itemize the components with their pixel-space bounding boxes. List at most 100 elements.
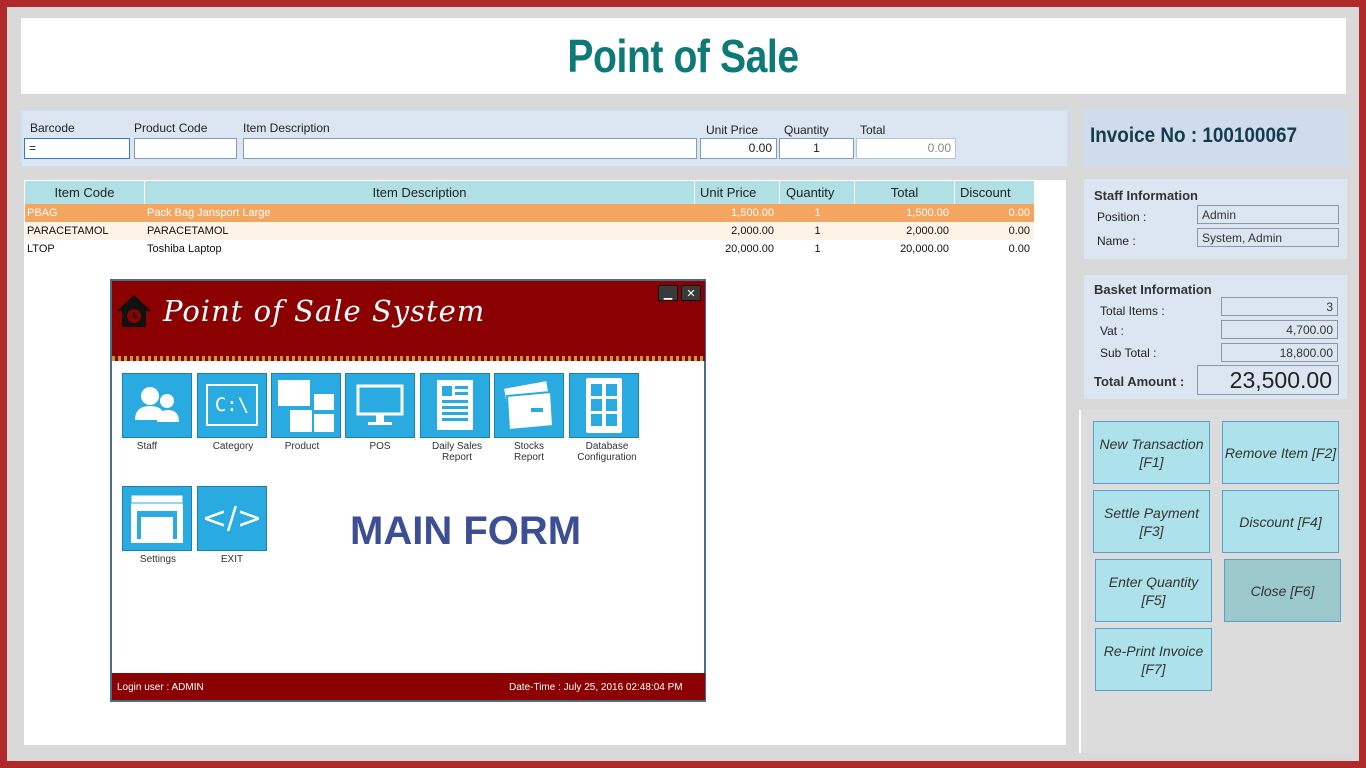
close-icon[interactable]: ✕ — [681, 285, 701, 301]
item-description-label: Item Description — [243, 121, 330, 135]
cell-unit-price: 2,000.00 — [731, 225, 774, 237]
cell-total: 2,000.00 — [906, 225, 949, 237]
barcode-input[interactable]: = — [24, 138, 130, 159]
staff-tile[interactable] — [122, 373, 192, 438]
unit-price-label: Unit Price — [706, 123, 759, 137]
vat-label: Vat : — [1100, 324, 1124, 338]
blocks-icon — [278, 380, 334, 432]
stocks-report-tile[interactable] — [494, 373, 564, 438]
enter-quantity-button[interactable]: Enter Quantity [F5] — [1095, 559, 1212, 622]
table-row[interactable]: LTOP Toshiba Laptop 20,000.00 1 20,000.0… — [25, 240, 1034, 258]
barcode-label: Barcode — [30, 121, 75, 135]
total-input: 0.00 — [856, 138, 956, 159]
name-field: System, Admin — [1197, 228, 1339, 247]
login-user-text: Login user : ADMIN — [117, 682, 204, 693]
sub-total-label: Sub Total : — [1100, 346, 1157, 360]
monitor-icon — [356, 384, 404, 425]
product-code-input[interactable] — [134, 138, 237, 159]
cell-unit-price: 1,500.00 — [731, 207, 774, 219]
close-button[interactable]: Close [F6] — [1224, 559, 1341, 622]
app-title: Point of Sale — [567, 30, 800, 82]
terminal-icon: C:\ — [206, 384, 258, 426]
invoice-value: 100100067 — [1202, 124, 1297, 147]
discount-button[interactable]: Discount [F4] — [1222, 490, 1339, 553]
cell-quantity: 1 — [814, 225, 821, 237]
column-header-unit-price[interactable]: Unit Price — [695, 181, 780, 204]
staff-info-title: Staff Information — [1094, 188, 1198, 203]
column-header-item-description[interactable]: Item Description — [145, 181, 695, 204]
sub-total-field: 18,800.00 — [1221, 343, 1338, 362]
position-field: Admin — [1197, 205, 1339, 224]
cell-discount: 0.00 — [1008, 225, 1030, 237]
datetime-text: Date-Time : July 25, 2016 02:48:04 PM — [509, 682, 683, 693]
document-icon — [437, 380, 473, 430]
tile-label: Settings — [139, 554, 177, 565]
tile-label: Daily Sales Report — [431, 441, 483, 463]
column-header-total[interactable]: Total — [855, 181, 955, 204]
invoice-label: Invoice No : — [1090, 124, 1203, 147]
cell-item-code: PBAG — [27, 207, 58, 219]
basket-info-title: Basket Information — [1094, 282, 1212, 297]
product-tile[interactable] — [271, 373, 341, 438]
tile-label: Database Configuration — [577, 441, 637, 463]
column-header-quantity[interactable]: Quantity — [780, 181, 855, 204]
cell-total: 20,000.00 — [900, 243, 949, 255]
pos-tile[interactable] — [345, 373, 415, 438]
column-header-discount[interactable]: Discount — [955, 181, 1034, 204]
cell-discount: 0.00 — [1008, 243, 1030, 255]
header-bar: Point of Sale — [21, 18, 1346, 94]
item-description-input[interactable] — [243, 138, 697, 159]
settle-payment-button[interactable]: Settle Payment [F3] — [1093, 490, 1210, 553]
column-header-item-code[interactable]: Item Code — [25, 181, 145, 204]
cell-item-description: Toshiba Laptop — [147, 243, 222, 255]
total-label: Total — [860, 123, 886, 137]
vat-field: 4,700.00 — [1221, 320, 1338, 339]
total-items-field: 3 — [1221, 297, 1338, 316]
code-icon: </> — [201, 501, 263, 536]
envelopes-icon — [501, 378, 555, 432]
total-items-label: Total Items : — [1100, 304, 1165, 318]
tile-label: Product — [284, 441, 320, 452]
settings-tile[interactable] — [122, 486, 192, 551]
cell-total: 1,500.00 — [906, 207, 949, 219]
product-code-label: Product Code — [134, 121, 208, 135]
main-form-header-border — [112, 356, 705, 361]
table-row[interactable]: PARACETAMOL PARACETAMOL 2,000.00 1 2,000… — [25, 222, 1034, 240]
minimize-icon[interactable]: ▁ — [658, 285, 678, 301]
category-tile[interactable]: C:\ — [197, 373, 267, 438]
database-configuration-tile[interactable] — [569, 373, 639, 438]
cell-item-description: Pack Bag Jansport Large — [147, 207, 271, 219]
window-icon — [130, 494, 184, 543]
cell-item-code: PARACETAMOL — [27, 225, 109, 237]
cell-discount: 0.00 — [1008, 207, 1030, 219]
tablet-icon — [586, 378, 622, 433]
position-label: Position : — [1097, 210, 1147, 224]
users-icon — [135, 387, 179, 422]
tile-label: Stocks Report — [513, 441, 544, 463]
home-icon — [115, 293, 153, 336]
remove-item-button[interactable]: Remove Item [F2] — [1222, 421, 1339, 484]
unit-price-input[interactable]: 0.00 — [700, 138, 777, 159]
total-amount-label: Total Amount : — [1094, 374, 1185, 389]
cell-unit-price: 20,000.00 — [725, 243, 774, 255]
total-amount-field: 23,500.00 — [1197, 365, 1339, 395]
name-label: Name : — [1097, 234, 1136, 248]
tile-label: Staff — [136, 441, 158, 452]
cell-item-code: LTOP — [27, 243, 55, 255]
invoice-number: Invoice No : 100100067 — [1090, 124, 1297, 148]
tile-label: Category — [212, 441, 254, 452]
reprint-invoice-button[interactable]: Re-Print Invoice [F7] — [1095, 628, 1212, 691]
table-row[interactable]: PBAG Pack Bag Jansport Large 1,500.00 1 … — [25, 204, 1034, 222]
new-transaction-button[interactable]: New Transaction [F1] — [1093, 421, 1210, 484]
quantity-label: Quantity — [784, 123, 829, 137]
cell-item-description: PARACETAMOL — [147, 225, 229, 237]
cell-quantity: 1 — [814, 207, 821, 219]
main-form-watermark: MAIN FORM — [350, 509, 582, 553]
quantity-input[interactable]: 1 — [779, 138, 854, 159]
main-form-title: Point of Sale System — [163, 294, 486, 328]
tile-label: EXIT — [220, 554, 244, 565]
daily-sales-report-tile[interactable] — [420, 373, 490, 438]
exit-tile[interactable]: </> — [197, 486, 267, 551]
cell-quantity: 1 — [814, 243, 821, 255]
tile-label: POS — [369, 441, 391, 452]
